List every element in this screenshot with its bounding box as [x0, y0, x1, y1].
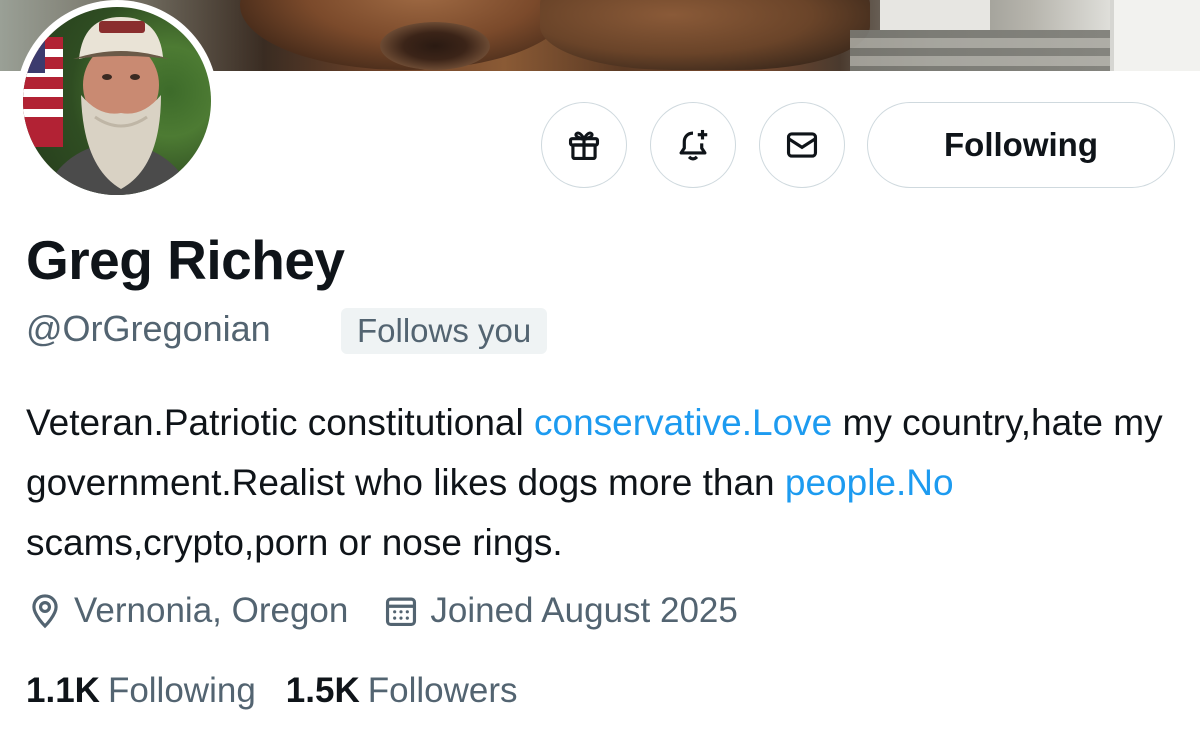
join-date-text: Joined August 2025: [430, 591, 738, 630]
bio-text: scams,crypto,porn or nose rings.: [26, 522, 563, 563]
banner-dog-body: [540, 0, 870, 70]
location-text: Vernonia, Oregon: [74, 591, 349, 630]
banner-porch-post: [880, 0, 990, 30]
profile-meta: Vernonia, Oregon Joined August 2025: [26, 586, 772, 636]
bell-plus-icon: [679, 129, 708, 161]
bio-text: Veteran.Patriotic constitutional: [26, 402, 535, 443]
display-name: Greg Richey: [26, 229, 345, 291]
bio-link-people[interactable]: people.No: [785, 462, 954, 503]
following-button[interactable]: Following: [867, 102, 1175, 188]
message-button[interactable]: [759, 102, 845, 188]
location-pin-icon: [32, 594, 58, 629]
gift-icon: [568, 131, 600, 161]
bio-link-conservative[interactable]: conservative.Love: [534, 402, 832, 443]
follows-you-badge: Follows you: [341, 308, 548, 354]
profile-bio: Veteran.Patriotic constitutional conserv…: [26, 393, 1186, 573]
followers-count: 1.5K: [285, 671, 360, 710]
following-label: Following: [107, 671, 256, 710]
following-stat-link[interactable]: 1.1K Following: [26, 671, 256, 711]
banner-dog-snout: [380, 22, 490, 70]
banner-porch-steps: [850, 30, 1120, 71]
notifications-button[interactable]: [650, 102, 736, 188]
calendar-icon: [386, 597, 417, 627]
user-handle: @OrGregonian: [26, 308, 271, 349]
follow-stats: 1.1K Following 1.5K Followers: [26, 666, 548, 716]
join-date: Joined August 2025: [382, 591, 738, 631]
banner-wall: [1110, 0, 1200, 71]
following-count: 1.1K: [26, 671, 100, 710]
gift-button[interactable]: [541, 102, 627, 188]
avatar-photo: [23, 7, 211, 195]
envelope-icon: [786, 132, 818, 158]
avatar[interactable]: [16, 0, 218, 202]
followers-stat-link[interactable]: 1.5K Followers: [286, 671, 518, 711]
followers-label: Followers: [367, 671, 518, 710]
avatar-portrait-illustration: [23, 17, 193, 195]
location: Vernonia, Oregon: [26, 591, 348, 631]
